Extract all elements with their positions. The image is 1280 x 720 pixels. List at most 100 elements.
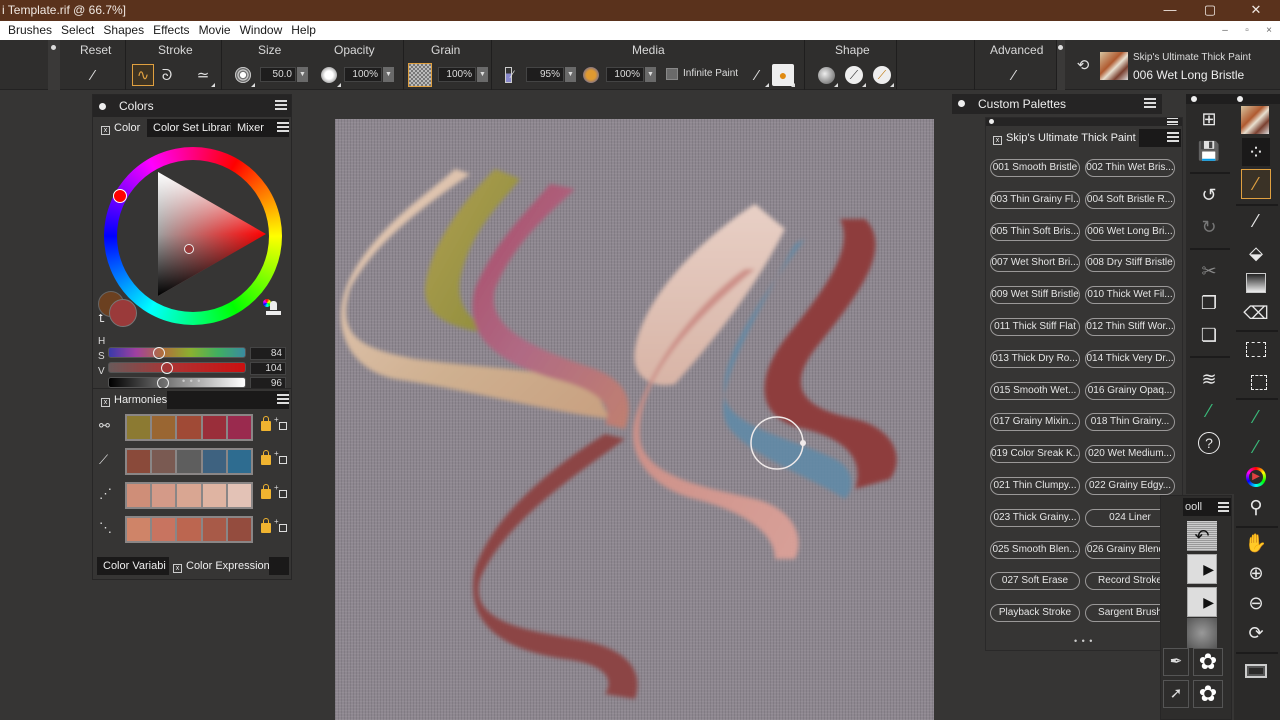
doc-restore-button[interactable]: ▫ — [1236, 21, 1258, 40]
close-tab-icon[interactable]: x — [101, 398, 110, 407]
tab-mixer[interactable]: Mixer — [233, 119, 269, 137]
save-icon[interactable]: 💾 — [1196, 138, 1222, 164]
toolbar-grip[interactable] — [1186, 94, 1234, 104]
harmony-swatch[interactable] — [202, 518, 226, 541]
harmony-swatch[interactable] — [202, 416, 226, 439]
resaturation-dropdown-icon[interactable]: ▼ — [565, 67, 576, 82]
grain-dropdown-icon[interactable]: ▼ — [477, 67, 488, 82]
harmony-swatch[interactable] — [127, 484, 151, 507]
menu-select[interactable]: Select — [61, 21, 94, 40]
clone-color-tool-icon[interactable]: ⚲ — [1243, 494, 1269, 520]
brush-category-name[interactable]: Skip's Ultimate Thick Paint — [1133, 52, 1251, 63]
harmony-swatch[interactable] — [177, 518, 201, 541]
paint-bucket-icon[interactable]: ⬙ — [1243, 240, 1269, 266]
palette-button[interactable]: 018 Thin Grainy... — [1085, 413, 1175, 432]
resaturation-icon[interactable]: ⁄ — [498, 64, 520, 86]
triad-icon[interactable]: ⚯ — [99, 418, 119, 438]
palette-button[interactable]: 014 Thick Very Dr... — [1085, 349, 1175, 368]
recent-brushes-icon[interactable]: ⟲ — [1072, 54, 1094, 76]
harmony-swatch[interactable] — [127, 518, 151, 541]
size-field[interactable]: 50.0 — [260, 67, 296, 82]
cloner-brush-icon[interactable]: ⁄ — [1243, 434, 1269, 460]
toolbox-grip[interactable] — [1234, 94, 1280, 104]
lock-icon[interactable] — [261, 416, 271, 431]
opacity-field[interactable]: 100% — [344, 67, 382, 82]
blender-brush-icon[interactable]: ⁄ — [1243, 404, 1269, 430]
menu-effects[interactable]: Effects — [153, 21, 189, 40]
palette-grip-bar[interactable] — [986, 118, 1182, 126]
harmony-swatch[interactable] — [227, 416, 252, 439]
stroke-attributes-icon[interactable]: ≃ — [192, 64, 215, 87]
palette-button[interactable]: 004 Soft Bristle R... — [1085, 190, 1175, 209]
pen-tool-icon[interactable]: ✒ — [1163, 648, 1189, 676]
palette-button[interactable]: 015 Smooth Wet... — [990, 381, 1080, 400]
add-to-color-set-icon[interactable] — [274, 449, 287, 464]
zoom-in-icon[interactable]: ⊕ — [1243, 560, 1269, 586]
harmony-swatch[interactable] — [127, 450, 151, 473]
palette-button[interactable]: 001 Smooth Bristle — [990, 159, 1080, 177]
palette-button[interactable]: 002 Thin Wet Bris... — [1085, 159, 1175, 177]
cut-icon[interactable]: ✂ — [1196, 258, 1222, 284]
palette-button[interactable]: 003 Thin Grainy Fl... — [990, 190, 1080, 209]
stroke-type-icon[interactable]: ⟋ — [843, 64, 866, 87]
harmony-swatch[interactable] — [177, 416, 201, 439]
palette-button[interactable]: 010 Thick Wet Fil... — [1085, 286, 1175, 305]
panel-collapse-dot-icon[interactable] — [99, 103, 106, 110]
close-tab-icon[interactable]: x — [173, 564, 182, 573]
bleed-dropdown-icon[interactable]: ▼ — [645, 67, 656, 82]
palette-button[interactable]: 020 Wet Medium... — [1085, 445, 1175, 464]
opacity-dropdown-icon[interactable]: ▼ — [383, 67, 394, 82]
advanced-brush-icon[interactable]: ⁄ — [1003, 64, 1025, 86]
flower-nozzle-2-icon[interactable]: ✿ — [1193, 680, 1223, 708]
doc-minimize-button[interactable]: – — [1214, 21, 1236, 40]
infinite-paint-checkbox[interactable] — [666, 68, 678, 80]
palette-button[interactable]: 025 Smooth Blen... — [990, 540, 1080, 559]
custom-palettes-menu-icon[interactable] — [1144, 98, 1156, 108]
tab-color-variability[interactable]: Color Variabi — [99, 557, 169, 575]
brush-tracking-icon[interactable]: ⁄ — [1196, 398, 1222, 424]
harmony-swatch[interactable] — [152, 450, 176, 473]
selector-grip[interactable] — [1057, 40, 1065, 90]
colors-panel-header[interactable]: Colors — [93, 95, 291, 117]
help-icon[interactable]: ? — [1196, 430, 1222, 456]
arrow-cursor-icon[interactable]: ➚ — [1163, 680, 1189, 708]
close-tab-icon[interactable]: x — [993, 136, 1002, 145]
tab-harmonies[interactable]: x Harmonies — [97, 391, 167, 409]
panel-collapse-dot-icon[interactable] — [958, 100, 965, 107]
size-dab-icon[interactable] — [232, 64, 255, 87]
script-play-2-icon[interactable]: ▶ — [1187, 587, 1217, 617]
lock-icon[interactable] — [261, 484, 271, 499]
screen-mode-icon[interactable] — [1243, 658, 1269, 684]
opacity-dab-icon[interactable] — [318, 64, 341, 87]
harmony-swatch[interactable] — [152, 484, 176, 507]
layers-icon[interactable]: ≋ — [1196, 366, 1222, 392]
property-bar-grip[interactable] — [48, 40, 60, 90]
tab-color[interactable]: x Color — [97, 119, 147, 137]
flower-nozzle-icon[interactable]: ✿ — [1193, 648, 1223, 676]
brush-library-thumbnail[interactable] — [1241, 106, 1269, 134]
script-play-icon[interactable]: ▶ — [1187, 554, 1217, 584]
undo-icon[interactable]: ↺ — [1196, 182, 1222, 208]
harmonies-menu-icon[interactable] — [277, 394, 289, 404]
add-to-color-set-icon[interactable] — [274, 517, 287, 532]
palette-button[interactable]: 008 Dry Stiff Bristle — [1085, 254, 1175, 273]
reset-brush-icon[interactable]: ⁄ — [82, 64, 104, 86]
palette-tab-menu-icon[interactable] — [1167, 132, 1179, 142]
palette-button[interactable]: 023 Thick Grainy... — [990, 508, 1080, 527]
lock-icon[interactable] — [261, 518, 271, 533]
harmony-swatch[interactable] — [152, 416, 176, 439]
wetness-drop-icon[interactable]: ● — [772, 64, 795, 87]
rectangular-selection-icon[interactable] — [1243, 336, 1269, 362]
harmony-swatch[interactable] — [152, 518, 176, 541]
harmony-swatch[interactable] — [227, 484, 252, 507]
texture-thumbnail[interactable] — [1187, 618, 1217, 648]
dropper-icon[interactable]: ⁄ — [1243, 208, 1269, 234]
palette-button[interactable]: 021 Thin Clumpy... — [990, 477, 1080, 495]
dab-type-icon[interactable]: ⁘ — [1242, 138, 1270, 166]
color-play-icon[interactable]: ▶ — [1243, 464, 1269, 490]
shades-icon[interactable]: ⋱ — [99, 520, 119, 540]
swap-colors-icon[interactable]: ⮤ — [98, 313, 105, 326]
doc-close-button[interactable]: × — [1258, 21, 1280, 40]
harmony-swatch[interactable] — [177, 450, 201, 473]
rotate-page-icon[interactable]: ⟳ — [1243, 620, 1269, 646]
